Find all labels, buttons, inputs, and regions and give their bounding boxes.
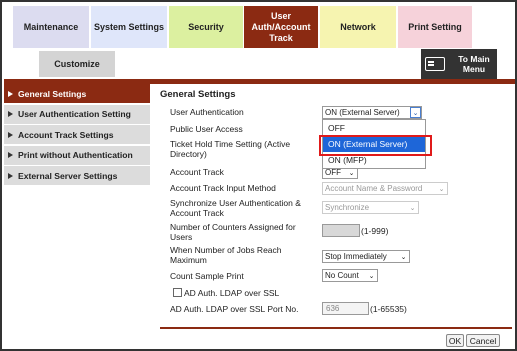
account-track-input-select[interactable]: Account Name & Password ⌄	[322, 182, 448, 195]
triangle-right-icon	[8, 111, 13, 117]
triangle-right-icon	[8, 172, 13, 179]
chevron-down-icon: ⌄	[400, 253, 407, 261]
ad-ldap-ssl-checkbox[interactable]	[173, 288, 182, 297]
counters-assigned-label: Number of Counters Assigned for Users	[170, 222, 296, 242]
section-title: General Settings	[160, 89, 236, 100]
jobs-reach-max-label: When Number of Jobs Reach Maximum	[170, 245, 282, 265]
tab-network-label: Network	[340, 21, 376, 32]
sidebar-item-label: Account Track Settings	[18, 129, 114, 140]
sidebar-item-print-without-authentication[interactable]: Print without Authentication	[4, 145, 150, 166]
count-sample-print-value: No Count	[325, 271, 359, 280]
tab-user-auth-label: User Auth/Account Track	[251, 10, 311, 43]
tab-network[interactable]: Network	[320, 6, 396, 48]
tab-security[interactable]: Security	[169, 6, 243, 48]
sidebar: General Settings User Authentication Set…	[4, 84, 150, 187]
sidebar-item-label: General Settings	[18, 88, 87, 99]
ok-button[interactable]: OK	[446, 334, 464, 347]
user-authentication-select[interactable]: ON (External Server) ⌄	[322, 106, 422, 119]
chevron-down-icon: ⌄	[410, 107, 421, 118]
sidebar-item-general-settings[interactable]: General Settings	[4, 84, 150, 104]
highlight-box	[319, 135, 432, 156]
sync-user-auth-value: Synchronize	[325, 203, 370, 212]
user-authentication-label: User Authentication	[170, 107, 244, 117]
cancel-button[interactable]: Cancel	[466, 334, 500, 347]
sidebar-item-label: External Server Settings	[18, 170, 118, 181]
dropdown-option-off[interactable]: OFF	[323, 120, 425, 136]
tab-customize[interactable]: Customize	[39, 51, 115, 77]
user-authentication-value: ON (External Server)	[325, 108, 400, 117]
counters-assigned-hint: (1-999)	[361, 226, 389, 236]
ad-ldap-ssl-label: AD Auth. LDAP over SSL	[184, 288, 280, 298]
public-user-access-label: Public User Access	[170, 124, 243, 134]
jobs-reach-max-value: Stop Immediately	[325, 252, 387, 261]
ad-ldap-port-input[interactable]: 636	[322, 302, 369, 315]
count-sample-print-label: Count Sample Print	[170, 271, 244, 281]
sync-user-auth-label: Synchronize User Authentication & Accoun…	[170, 198, 301, 218]
sidebar-item-label: User Authentication Setting	[18, 109, 131, 119]
account-track-label: Account Track	[170, 167, 224, 177]
triangle-right-icon	[8, 131, 13, 138]
to-main-menu-button[interactable]: To Main Menu	[421, 49, 497, 79]
chevron-down-icon: ⌄	[368, 272, 375, 280]
tab-customize-label: Customize	[54, 58, 100, 69]
to-main-menu-label: To Main Menu	[458, 54, 490, 74]
triangle-right-icon	[8, 152, 13, 158]
tab-user-auth-account-track[interactable]: User Auth/Account Track	[244, 6, 318, 48]
main-menu-icon	[425, 57, 445, 71]
sidebar-item-label: Print without Authentication	[18, 150, 133, 160]
ticket-hold-time-label: Ticket Hold Time Setting (Active Directo…	[170, 139, 291, 159]
tab-security-label: Security	[188, 21, 224, 32]
sidebar-item-external-server-settings[interactable]: External Server Settings	[4, 166, 150, 186]
sync-user-auth-select[interactable]: Synchronize ⌄	[322, 201, 419, 214]
settings-panel: General Settings	[160, 89, 510, 100]
tab-maintenance[interactable]: Maintenance	[13, 6, 89, 48]
tab-system-settings[interactable]: System Settings	[91, 6, 167, 48]
tab-maintenance-label: Maintenance	[23, 21, 79, 32]
chevron-down-icon: ⌄	[409, 204, 416, 212]
ad-ldap-port-value: 636	[326, 304, 340, 313]
tab-system-settings-label: System Settings	[93, 21, 165, 32]
app-window: Maintenance System Settings Security Use…	[0, 0, 517, 351]
count-sample-print-select[interactable]: No Count ⌄	[322, 269, 378, 282]
tab-print-setting[interactable]: Print Setting	[398, 6, 472, 48]
ad-ldap-port-label: AD Auth. LDAP over SSL Port No.	[170, 304, 299, 314]
jobs-reach-max-select[interactable]: Stop Immediately ⌄	[322, 250, 410, 263]
account-track-value: OFF	[325, 168, 341, 177]
chevron-down-icon: ⌄	[438, 185, 445, 193]
triangle-right-icon	[8, 90, 13, 97]
tab-print-setting-label: Print Setting	[408, 21, 462, 32]
bottom-divider	[160, 327, 512, 329]
counters-assigned-input[interactable]	[322, 224, 360, 237]
account-track-input-label: Account Track Input Method	[170, 183, 276, 193]
ad-ldap-port-hint: (1-65535)	[370, 304, 407, 314]
sidebar-item-user-authentication-setting[interactable]: User Authentication Setting	[4, 104, 150, 125]
sidebar-item-account-track-settings[interactable]: Account Track Settings	[4, 125, 150, 145]
account-track-input-value: Account Name & Password	[325, 184, 423, 193]
